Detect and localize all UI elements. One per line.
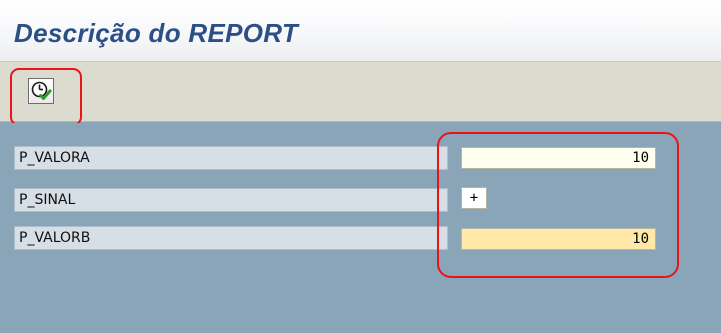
param-row-p-valora: P_VALORA xyxy=(14,146,448,170)
p-valorb-input[interactable]: 10 xyxy=(461,228,656,250)
application-toolbar xyxy=(0,62,721,122)
param-row-p-sinal: P_SINAL xyxy=(14,188,448,212)
param-label: P_SINAL xyxy=(19,192,76,208)
title-bar: Descrição do REPORT xyxy=(0,0,721,62)
execute-clock-check-icon xyxy=(31,81,52,100)
p-sinal-input[interactable]: + xyxy=(461,187,487,209)
param-label: P_VALORA xyxy=(19,150,90,166)
p-valora-input[interactable]: 10 xyxy=(461,147,656,169)
param-label: P_VALORB xyxy=(19,230,91,246)
param-row-p-valorb: P_VALORB xyxy=(14,226,448,250)
page-title: Descrição do REPORT xyxy=(14,18,299,48)
execute-button[interactable] xyxy=(28,78,54,104)
